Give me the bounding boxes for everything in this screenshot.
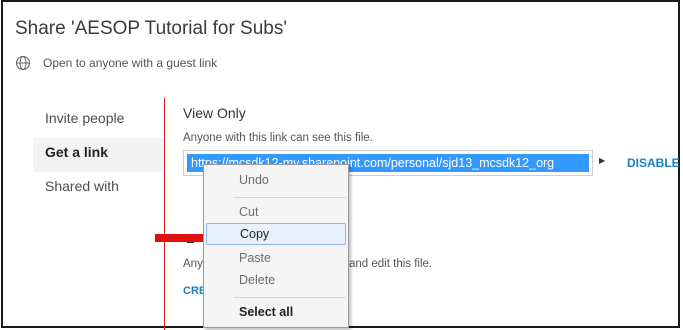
menu-item-cut[interactable]: Cut <box>206 201 346 223</box>
sidebar-divider <box>164 98 165 330</box>
menu-separator <box>234 197 346 198</box>
view-only-description: Anyone with this link can see this file. <box>183 132 373 144</box>
sidebar-item-invite-people[interactable]: Invite people <box>33 104 163 138</box>
share-sidebar: Invite people Get a link Shared with <box>33 104 163 206</box>
menu-item-delete[interactable]: Delete <box>206 269 346 291</box>
access-row: Open to anyone with a guest link <box>15 55 217 71</box>
disable-link-button[interactable]: DISABLE <box>627 156 680 170</box>
dialog-title: Share 'AESOP Tutorial for Subs' <box>15 18 287 39</box>
menu-item-select-all[interactable]: Select all <box>206 301 346 323</box>
context-menu: Undo Cut Copy Paste Delete Select all <box>203 164 349 328</box>
menu-item-undo[interactable]: Undo <box>206 169 346 191</box>
edit-description-end: and edit this file. <box>349 258 433 270</box>
menu-item-copy[interactable]: Copy <box>206 223 346 245</box>
share-dialog: Share 'AESOP Tutorial for Subs' Open to … <box>1 0 680 330</box>
globe-icon <box>15 55 31 71</box>
scroll-right-icon[interactable]: ▶ <box>599 156 605 165</box>
menu-separator <box>234 297 346 298</box>
menu-item-paste[interactable]: Paste <box>206 247 346 269</box>
view-only-title: View Only <box>183 105 246 121</box>
sidebar-item-shared-with[interactable]: Shared with <box>33 172 163 206</box>
edit-description-start: Any <box>183 258 203 270</box>
access-text: Open to anyone with a guest link <box>43 56 218 70</box>
sidebar-item-get-a-link[interactable]: Get a link <box>33 138 163 172</box>
